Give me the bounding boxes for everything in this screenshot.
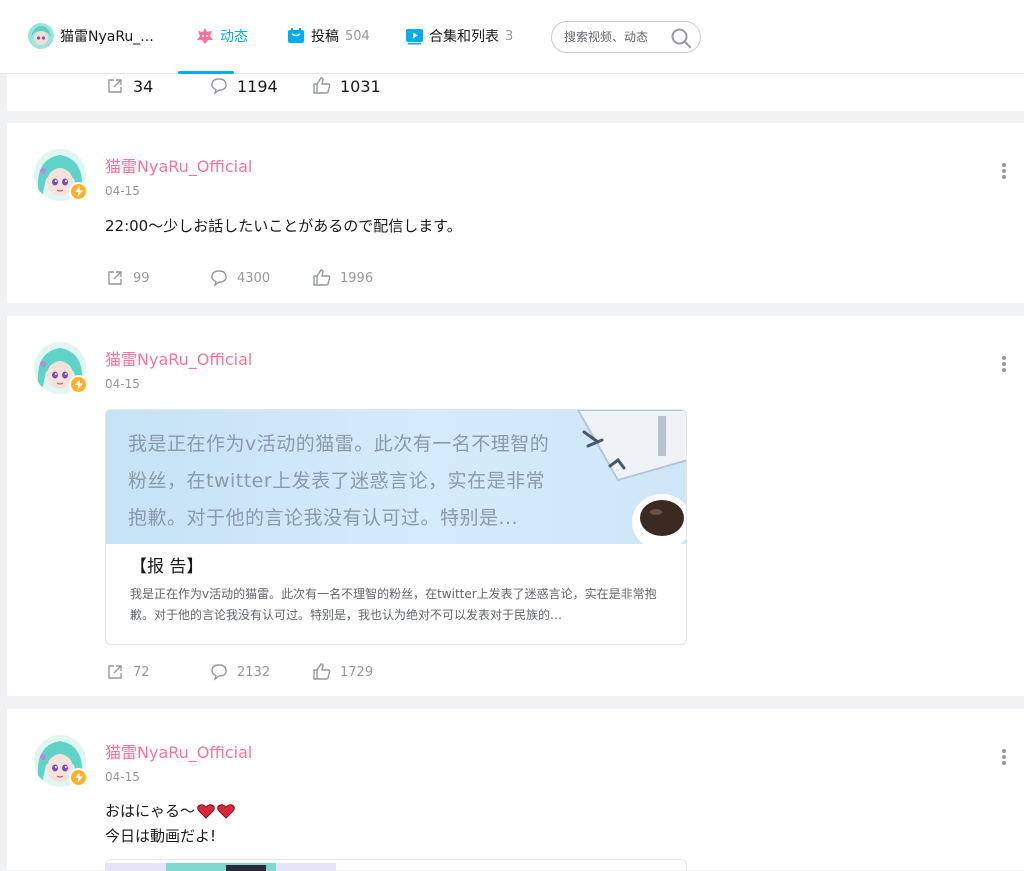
search-icon[interactable] [670,27,692,49]
lightning-badge-icon [69,375,88,394]
thumbs-up-icon [313,663,331,680]
share-button[interactable]: 99 [105,268,150,288]
like-count: 1996 [340,270,374,286]
post-date[interactable]: 04-15 [105,184,140,198]
nav-avatar[interactable] [28,23,54,49]
lightning-badge-icon [69,182,88,201]
active-tab-indicator [178,71,234,74]
article-cover-text: 我是正在作为v活动的猫雷。此次有一名不理智的粉丝，在twitter上发表了迷惑言… [128,433,550,529]
article-title: 【报 告】 [130,557,204,577]
tab-collections[interactable]: 合集和列表 3 [405,26,513,46]
thumbs-up-icon [313,77,331,94]
share-icon [108,271,122,285]
search-box[interactable] [551,21,701,53]
comment-icon [211,664,227,681]
comment-count: 1194 [237,76,278,96]
share-icon [108,79,122,93]
like-count: 1729 [340,664,374,680]
collections-icon [405,27,423,45]
post-card: 猫雷NyaRu_Official 04-15 我是正在作为v活动的猫雷。此次有一… [7,316,1024,696]
like-button[interactable]: 1996 [312,268,373,288]
post-card: 猫雷NyaRu_Official 04-15 22:00～少しお話したいことがあ… [7,123,1024,303]
avatar[interactable] [34,342,90,398]
tab-dynamics-label: 动态 [220,29,248,45]
avatar[interactable] [34,149,90,205]
author-name[interactable]: 猫雷NyaRu_Official [105,153,252,177]
post-card-partial: 34 1194 1031 [7,74,1024,111]
thumbs-up-icon [313,269,331,286]
tab-collections-count: 3 [505,28,514,44]
comment-button[interactable]: 2132 [209,662,270,682]
post-card: 猫雷NyaRu_Official 04-15 おはにゃる～ 今日は動画だよ! [7,709,1024,871]
share-icon [108,665,122,679]
article-description: 我是正在作为v活动的猫雷。此次有一名不理智的粉丝，在twitter上发表了迷惑言… [130,587,657,622]
top-nav: 猫雷NyaRu_... 动态 投稿 504 合集和列表 3 [0,0,1024,74]
more-options-icon[interactable] [1000,747,1008,767]
post-text: おはにゃる～ [105,802,196,820]
comment-count: 4300 [237,270,271,286]
dynamics-icon [196,27,214,45]
more-options-icon[interactable] [1000,161,1008,181]
cat-mug-illustration [576,410,686,544]
like-count: 1031 [340,76,381,96]
hearts-emoji-icon [197,804,235,819]
tab-uploads-label: 投稿 [311,29,339,45]
like-button[interactable]: 1729 [312,662,373,682]
comment-icon [211,78,227,95]
like-button[interactable]: 1031 [312,76,381,96]
share-button[interactable]: 72 [105,662,150,682]
comment-button[interactable]: 4300 [209,268,270,288]
tab-dynamics[interactable]: 动态 [196,26,248,46]
article-cover: 我是正在作为v活动的猫雷。此次有一名不理智的粉丝，在twitter上发表了迷惑言… [106,410,686,544]
tab-collections-label: 合集和列表 [429,29,499,45]
lightning-badge-icon [69,768,88,787]
author-name[interactable]: 猫雷NyaRu_Official [105,739,252,763]
post-text: 22:00～少しお話したいことがあるので配信します。 [105,217,462,235]
uploads-icon [287,27,305,45]
post-text-line-2: 今日は動画だよ! [105,827,217,845]
author-name[interactable]: 猫雷NyaRu_Official [105,346,252,370]
tab-uploads-count: 504 [345,28,370,44]
comment-button[interactable]: 1194 [209,76,278,96]
more-options-icon[interactable] [1000,354,1008,374]
search-input[interactable] [564,30,664,44]
post-date[interactable]: 04-15 [105,377,140,391]
comment-count: 2132 [237,664,271,680]
share-count: 34 [133,76,154,96]
tab-uploads[interactable]: 投稿 504 [287,26,370,46]
post-date[interactable]: 04-15 [105,770,140,784]
article-card[interactable]: 我是正在作为v活动的猫雷。此次有一名不理智的粉丝，在twitter上发表了迷惑言… [105,409,687,645]
nav-user[interactable]: 猫雷NyaRu_... [28,23,154,49]
share-button[interactable]: 34 [105,76,153,96]
comment-icon [211,270,227,287]
video-preview[interactable] [105,859,687,871]
post-text-line-1: おはにゃる～ [105,799,237,823]
avatar[interactable] [34,735,90,791]
share-count: 72 [133,664,150,680]
nav-username[interactable]: 猫雷NyaRu_... [60,26,154,46]
share-count: 99 [133,270,150,286]
